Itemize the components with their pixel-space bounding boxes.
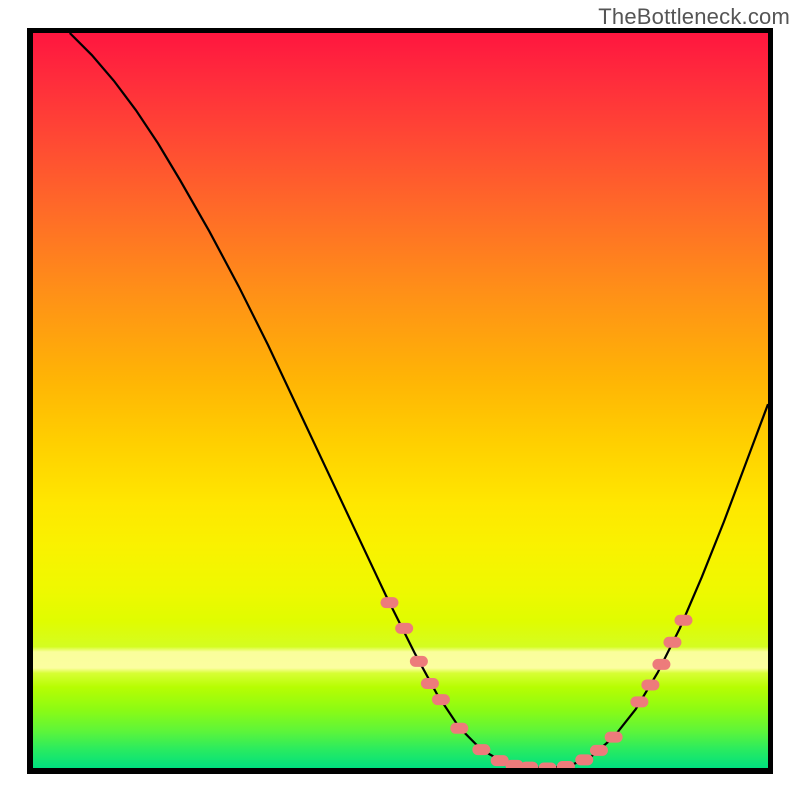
marker-point [641,679,659,690]
marker-point [539,763,557,769]
marker-point [652,659,670,670]
marker-point [410,656,428,667]
markers [33,33,768,768]
marker-point [674,615,692,626]
plot-frame [27,28,773,774]
marker-point [663,637,681,648]
marker-point [590,745,608,756]
marker-point [605,732,623,743]
marker-point [380,597,398,608]
marker-point [450,723,468,734]
marker-point [395,623,413,634]
marker-point [630,696,648,707]
marker-point [472,744,490,755]
marker-point [557,761,575,768]
plot-area [33,33,768,768]
marker-point [520,762,538,768]
watermark-text: TheBottleneck.com [598,4,790,30]
marker-point [575,754,593,765]
marker-point [432,694,450,705]
marker-point [421,678,439,689]
